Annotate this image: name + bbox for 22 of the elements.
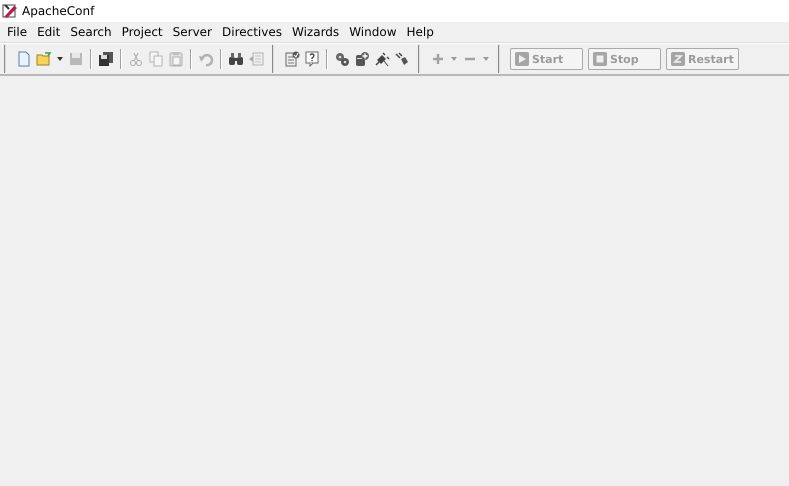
- restart-icon: [671, 52, 685, 66]
- database-plus-icon[interactable]: [354, 51, 370, 67]
- menu-item[interactable]: Help: [402, 25, 439, 39]
- binoculars-icon[interactable]: [228, 51, 244, 67]
- menu-item[interactable]: Search: [65, 25, 117, 39]
- menu-item[interactable]: Directives: [217, 25, 287, 39]
- document-icon[interactable]: [16, 51, 32, 67]
- plug-icon[interactable]: [374, 51, 390, 67]
- menu-item[interactable]: Wizards: [287, 25, 344, 39]
- menu-item[interactable]: Server: [168, 25, 217, 39]
- document-check-icon[interactable]: [284, 51, 300, 67]
- gears-icon[interactable]: [334, 51, 350, 67]
- menu-item[interactable]: File: [2, 25, 32, 39]
- unplug-icon[interactable]: [394, 51, 410, 67]
- menu-item[interactable]: Edit: [32, 25, 66, 39]
- stop-icon: [593, 52, 607, 66]
- menu-item[interactable]: Window: [344, 25, 402, 39]
- window-title: ApacheConf: [22, 4, 94, 18]
- play-icon: [515, 52, 529, 66]
- menu-item[interactable]: Project: [116, 25, 168, 39]
- help-icon[interactable]: [304, 51, 320, 67]
- floppy-disks-icon[interactable]: [98, 51, 114, 67]
